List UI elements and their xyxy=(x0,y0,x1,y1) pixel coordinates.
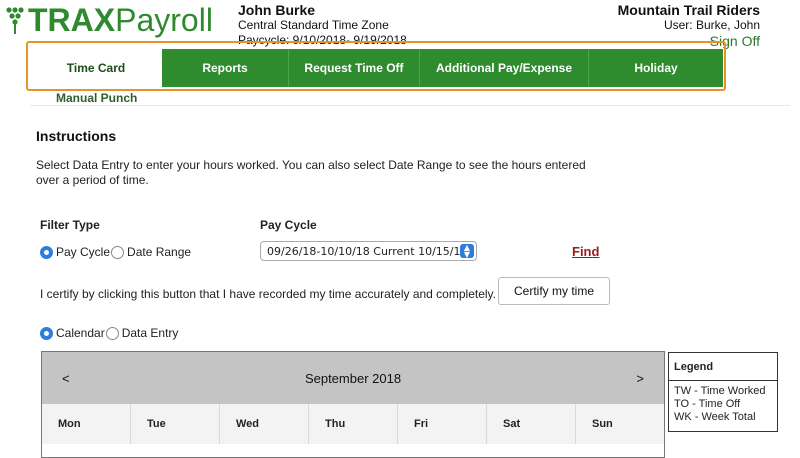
filter-type-label: Filter Type xyxy=(40,218,100,232)
calendar-radio[interactable] xyxy=(40,326,53,340)
calendar-header: < September 2018 > xyxy=(42,352,664,404)
data-entry-radio-label: Data Entry xyxy=(121,326,179,340)
tab-request-time-off[interactable]: Request Time Off xyxy=(289,49,420,87)
tab-reports[interactable]: Reports xyxy=(162,49,289,87)
pay-cycle-selected-value: 09/26/18-10/10/18 Current 10/15/18 xyxy=(267,245,468,258)
trax-payroll-logo: TRAX Payroll xyxy=(4,2,213,38)
calendar-month-title: September 2018 xyxy=(304,370,402,386)
data-entry-radio[interactable] xyxy=(105,326,119,340)
leaf-logo-icon xyxy=(6,7,24,34)
pay-cycle-radio-label: Pay Cycle xyxy=(56,245,111,259)
company-name: Mountain Trail Riders xyxy=(617,2,760,18)
pay-cycle-radio[interactable] xyxy=(40,245,53,259)
logo-trax-text: TRAX xyxy=(28,1,116,38)
user-name: John Burke xyxy=(238,2,316,18)
weekday-thu: Thu xyxy=(309,404,398,444)
pay-cycle-label: Pay Cycle xyxy=(260,218,317,232)
tab-additional-pay-expense[interactable]: Additional Pay/Expense xyxy=(420,49,589,87)
calendar: < September 2018 > Mon Tue Wed Thu Fri S… xyxy=(41,351,665,458)
calendar-weekdays: Mon Tue Wed Thu Fri Sat Sun xyxy=(42,404,664,444)
legend-title: Legend xyxy=(669,353,777,381)
weekday-wed: Wed xyxy=(220,404,309,444)
certify-statement: I certify by clicking this button that I… xyxy=(40,287,496,301)
calendar-radio-label: Calendar xyxy=(56,326,105,340)
instructions-title: Instructions xyxy=(36,128,117,144)
date-range-radio-label: Date Range xyxy=(127,245,192,259)
certify-button[interactable]: Certify my time xyxy=(498,277,610,305)
weekday-sun: Sun xyxy=(592,418,613,430)
user-label: User: Burke, John xyxy=(663,18,760,32)
weekday-tue: Tue xyxy=(131,404,220,444)
tab-time-card[interactable]: Time Card xyxy=(30,49,162,87)
weekday-mon: Mon xyxy=(42,404,131,444)
weekday-fri: Fri xyxy=(398,404,487,444)
time-zone: Central Standard Time Zone xyxy=(238,18,389,32)
weekday-sat: Sat xyxy=(487,404,576,444)
view-options: Calendar Data Entry xyxy=(40,326,178,340)
prev-month-button[interactable]: < xyxy=(62,371,70,386)
find-link[interactable]: Find xyxy=(572,244,599,259)
tab-holiday[interactable]: Holiday xyxy=(589,49,723,87)
legend-box: Legend TW - Time Worked TO - Time Off WK… xyxy=(668,352,778,432)
subnav-manual-punch[interactable]: Manual Punch xyxy=(56,91,137,105)
logo-payroll-text: Payroll xyxy=(115,1,213,38)
legend-item-time-off: TO - Time Off xyxy=(674,398,741,410)
main-nav: Time Card Reports Request Time Off Addit… xyxy=(30,49,723,87)
filter-type-options: Pay Cycle Date Range xyxy=(40,245,191,259)
legend-item-week-total: WK - Week Total xyxy=(674,411,756,423)
instructions-text: Select Data Entry to enter your hours wo… xyxy=(36,158,586,187)
select-arrows-icon: ▲ ▼ xyxy=(460,244,474,259)
subnav-divider xyxy=(30,105,790,106)
next-month-button[interactable]: > xyxy=(636,371,644,386)
pay-cycle-select[interactable]: 09/26/18-10/10/18 Current 10/15/18 ▲ ▼ xyxy=(260,241,477,261)
legend-item-time-worked: TW - Time Worked xyxy=(674,385,766,397)
date-range-radio[interactable] xyxy=(111,245,125,259)
